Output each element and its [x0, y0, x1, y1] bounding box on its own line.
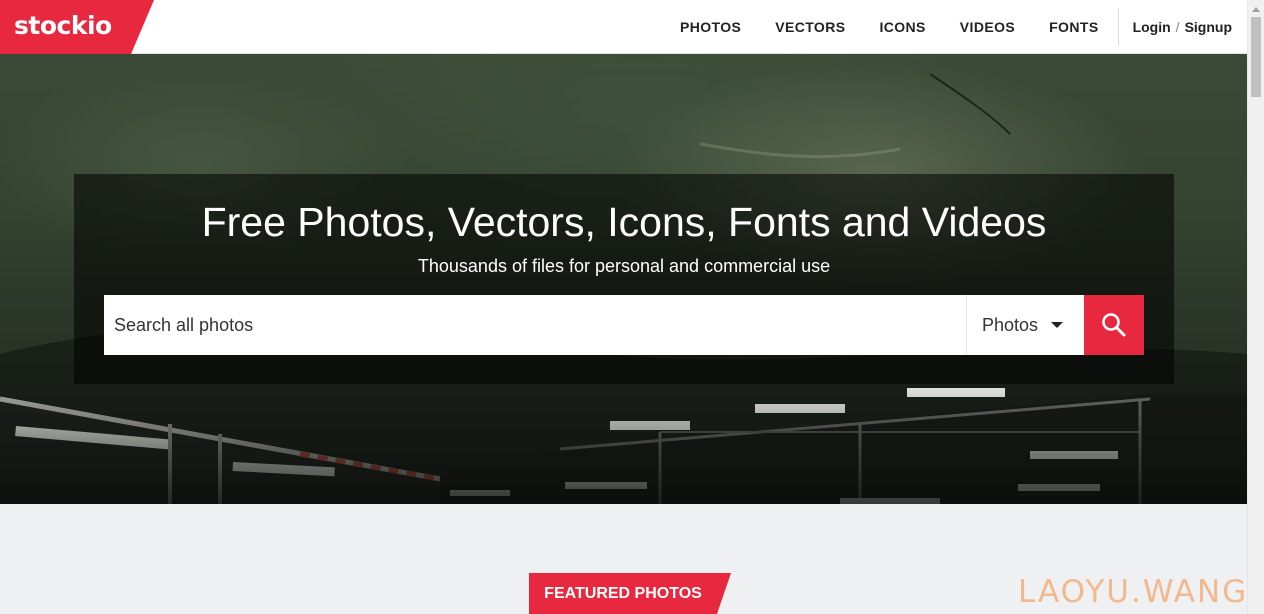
hero-title: Free Photos, Vectors, Icons, Fonts and V…	[201, 199, 1047, 245]
hero-subtitle: Thousands of files for personal and comm…	[417, 256, 831, 276]
search-icon	[1102, 313, 1126, 337]
site-header: stockio PHOTOS VECTORS ICONS VIDEOS FONT…	[0, 0, 1247, 54]
search-panel: Free Photos, Vectors, Icons, Fonts and V…	[74, 174, 1174, 384]
featured-label: FEATURED PHOTOS	[544, 585, 702, 602]
main-nav: PHOTOS VECTORS ICONS VIDEOS FONTS Login …	[680, 0, 1247, 54]
search-type-value: Photos	[982, 314, 1039, 335]
chevron-down-icon	[1051, 322, 1064, 328]
nav-photos[interactable]: PHOTOS	[680, 19, 741, 35]
page-scrollbar[interactable]	[1247, 0, 1264, 614]
logo-text: stockio	[14, 11, 112, 40]
nav-icons[interactable]: ICONS	[879, 19, 925, 35]
scroll-up-icon[interactable]	[1252, 7, 1260, 12]
search-input[interactable]	[104, 295, 966, 355]
nav-videos[interactable]: VIDEOS	[960, 19, 1015, 35]
nav-divider	[1117, 8, 1119, 46]
nav-fonts[interactable]: FONTS	[1049, 19, 1098, 35]
hero-banner: Free Photos, Vectors, Icons, Fonts and V…	[0, 54, 1247, 504]
logo[interactable]: stockio	[0, 0, 154, 54]
auth-separator: /	[1175, 19, 1180, 35]
signup-link[interactable]: Signup	[1185, 19, 1232, 35]
search-type-dropdown[interactable]: Photos	[966, 295, 1084, 355]
featured-photos-heading: FEATURED PHOTOS	[529, 573, 731, 614]
nav-vectors[interactable]: VECTORS	[775, 19, 845, 35]
search-form: Photos	[104, 295, 1144, 355]
page: stockio PHOTOS VECTORS ICONS VIDEOS FONT…	[0, 0, 1264, 614]
auth-links: Login / Signup	[1133, 19, 1232, 35]
scrollbar-thumb[interactable]	[1251, 17, 1261, 97]
search-button[interactable]	[1084, 295, 1144, 355]
hero-shade	[0, 374, 1247, 504]
login-link[interactable]: Login	[1133, 19, 1171, 35]
watermark: LAOYU.WANG	[1018, 574, 1249, 610]
